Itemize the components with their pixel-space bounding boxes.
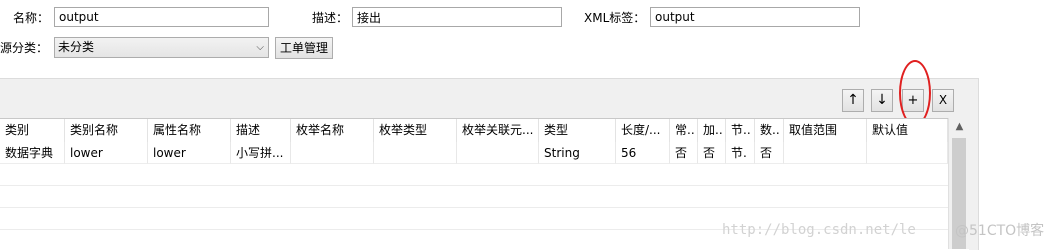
table-cell[interactable]: 数据字典	[0, 142, 65, 164]
name-field[interactable]	[54, 7, 269, 27]
column-header[interactable]: 枚举类型	[374, 119, 457, 142]
column-header[interactable]: 加..	[698, 119, 726, 142]
table-cell[interactable]: 否	[698, 142, 726, 164]
table-cell[interactable]: 小写拼...	[231, 142, 291, 164]
name-label: 名称：	[13, 11, 50, 25]
move-up-button[interactable]: ↑	[842, 89, 864, 112]
table-cell[interactable]: lower	[148, 142, 231, 164]
table-cell[interactable]	[457, 142, 539, 164]
column-header[interactable]: 枚举名称	[291, 119, 374, 142]
table-cell[interactable]: String	[539, 142, 616, 164]
category-select[interactable]: 未分类 ⌵	[54, 37, 269, 58]
move-down-button[interactable]: ↓	[871, 89, 893, 112]
scroll-up-arrow-icon[interactable]: ▲	[949, 118, 970, 136]
xml-tag-label: XML标签：	[584, 11, 646, 25]
column-header[interactable]: 属性名称	[148, 119, 231, 142]
category-select-value: 未分类	[58, 40, 95, 54]
table-cell[interactable]	[784, 142, 867, 164]
column-header[interactable]: 描述	[231, 119, 291, 142]
watermark-brand: @51CTO博客	[955, 223, 1045, 239]
table-cell[interactable]: lower	[65, 142, 148, 164]
column-header[interactable]: 枚举关联元...	[457, 119, 539, 142]
column-header[interactable]: 类别	[0, 119, 65, 142]
row-divider	[0, 207, 948, 208]
watermark-url: http://blog.csdn.net/le	[722, 222, 916, 238]
table-cell[interactable]: 节.	[726, 142, 755, 164]
column-header[interactable]: 数..	[755, 119, 784, 142]
description-field[interactable]	[352, 7, 562, 27]
table-cell[interactable]: 否	[755, 142, 784, 164]
add-row-button[interactable]: +	[902, 89, 924, 112]
table-cell[interactable]	[291, 142, 374, 164]
column-header[interactable]: 长度/...	[616, 119, 670, 142]
category-label: 源分类：	[0, 41, 49, 55]
column-header[interactable]: 常..	[670, 119, 698, 142]
table-cell[interactable]	[867, 142, 948, 164]
xml-tag-field[interactable]	[650, 7, 860, 27]
table-cell[interactable]: 56	[616, 142, 670, 164]
column-header[interactable]: 类别名称	[65, 119, 148, 142]
column-header[interactable]: 类型	[539, 119, 616, 142]
table-cell[interactable]: 否	[670, 142, 698, 164]
table-cell[interactable]	[374, 142, 457, 164]
description-label: 描述：	[312, 11, 349, 25]
delete-row-button[interactable]: X	[932, 89, 954, 112]
column-header[interactable]: 取值范围	[784, 119, 867, 142]
chevron-down-icon: ⌵	[256, 42, 264, 53]
column-header[interactable]: 默认值	[867, 119, 948, 142]
row-divider	[0, 185, 948, 186]
manage-button[interactable]: 工单管理	[275, 37, 333, 59]
column-header[interactable]: 节..	[726, 119, 755, 142]
